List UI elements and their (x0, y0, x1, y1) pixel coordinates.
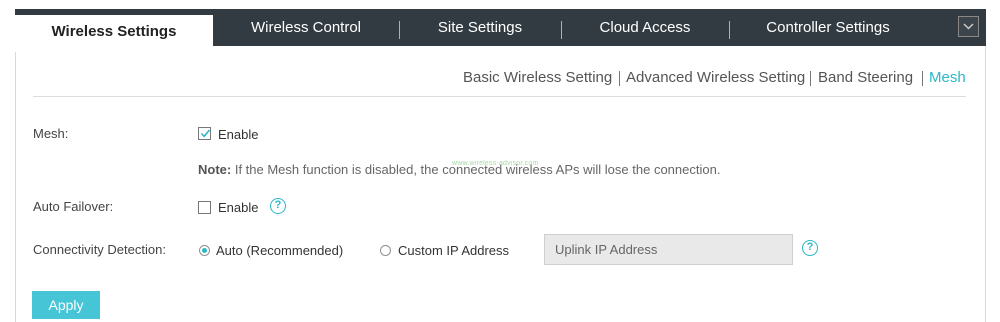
radio-auto-recommended-label[interactable]: Auto (Recommended) (216, 243, 343, 258)
chevron-down-icon (963, 23, 974, 30)
tab-controller-settings[interactable]: Controller Settings (730, 9, 926, 46)
subnav-separator (810, 71, 811, 86)
more-tabs-button[interactable] (958, 16, 979, 37)
subnav-separator (922, 71, 923, 86)
auto-failover-label: Auto Failover: (33, 199, 114, 214)
radio-auto-recommended[interactable] (199, 245, 210, 256)
radio-selected-dot (202, 248, 207, 253)
top-tab-bar: Wireless Settings Wireless Control Site … (15, 9, 986, 52)
radio-custom-ip-address[interactable] (380, 245, 391, 256)
tab-wireless-control[interactable]: Wireless Control (213, 9, 399, 46)
help-icon[interactable]: ? (802, 240, 818, 256)
mesh-label: Mesh: (33, 126, 69, 141)
settings-panel: Wireless Settings Wireless Control Site … (0, 0, 1000, 322)
panel-border-right (985, 46, 986, 322)
tab-wireless-settings[interactable]: Wireless Settings (15, 15, 213, 52)
subnav-band-steering[interactable]: Band Steering (818, 69, 913, 89)
apply-button[interactable]: Apply (32, 291, 100, 319)
auto-failover-enable-checkbox[interactable] (198, 201, 211, 214)
checkmark-icon (200, 129, 211, 138)
subnav-separator (619, 71, 620, 86)
help-icon[interactable]: ? (270, 198, 286, 214)
panel-border-left (15, 46, 16, 322)
mesh-enable-label[interactable]: Enable (218, 127, 258, 142)
mesh-enable-checkbox[interactable] (198, 127, 211, 140)
subnav-divider (33, 96, 966, 97)
subnav-mesh[interactable]: Mesh (929, 69, 966, 89)
tab-site-settings[interactable]: Site Settings (400, 9, 560, 46)
auto-failover-enable-label[interactable]: Enable (218, 200, 258, 215)
uplink-ip-address-input[interactable] (544, 234, 793, 265)
connectivity-detection-label: Connectivity Detection: (33, 242, 166, 257)
note-prefix: Note: (198, 162, 232, 177)
tab-cloud-access[interactable]: Cloud Access (562, 9, 728, 46)
subnav-basic-wireless-setting[interactable]: Basic Wireless Setting (463, 69, 612, 89)
watermark-text: www.wireless-advisor.com (452, 160, 539, 167)
subnav-advanced-wireless-setting[interactable]: Advanced Wireless Setting (626, 69, 805, 89)
radio-custom-ip-address-label[interactable]: Custom IP Address (398, 243, 509, 258)
